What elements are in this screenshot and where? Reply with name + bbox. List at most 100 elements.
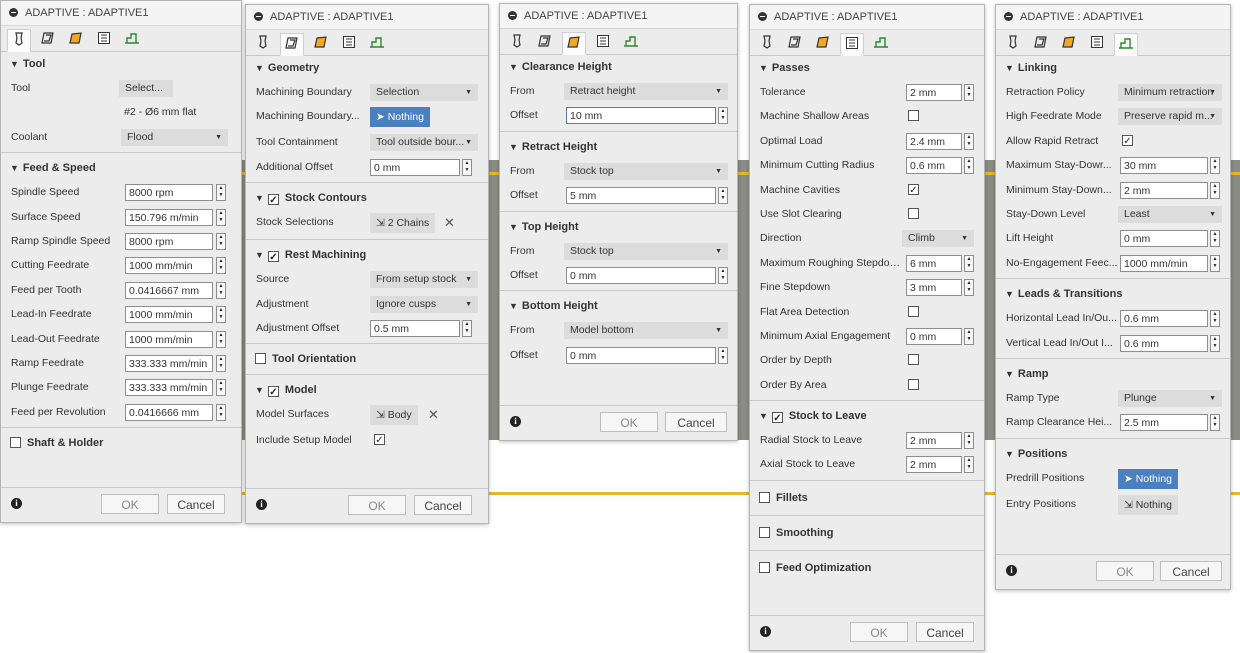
section-geometry[interactable]: ▼ Geometry (246, 56, 488, 80)
section-fillets[interactable]: Fillets (750, 484, 984, 512)
bottom-offset-input[interactable]: 0 mm (566, 346, 716, 364)
allow-rapid-retract-checkbox[interactable]: ✓ (1122, 134, 1133, 147)
spinner[interactable]: ▲ ▼ (216, 184, 226, 202)
lead-in-feedrate-input[interactable]: 1000 mm/min (125, 306, 213, 324)
stock-to-leave-checkbox[interactable]: ✓ (771, 412, 783, 424)
section-tool[interactable]: ▼ Tool (1, 52, 241, 76)
ramp-clearance-input[interactable]: 2.5 mm (1120, 414, 1208, 432)
spinner[interactable]: ▲ ▼ (1210, 334, 1220, 352)
spinner[interactable]: ▲ ▼ (718, 266, 728, 284)
ramp-feedrate-input[interactable]: 333.333 mm/min (125, 354, 213, 372)
retraction-policy-dropdown[interactable]: Minimum retraction ▼ (1118, 84, 1222, 101)
smoothing-checkbox[interactable] (759, 526, 770, 538)
spinner[interactable]: ▲ ▼ (718, 346, 728, 364)
fine-stepdown-input[interactable]: 3 mm (906, 279, 962, 297)
section-feed-speed[interactable]: ▼ Feed & Speed (1, 156, 241, 180)
tab-heights[interactable] (65, 29, 87, 49)
surface-speed-input[interactable]: 150.796 m/min (125, 208, 213, 226)
section-passes[interactable]: ▼ Passes (750, 56, 984, 80)
cancel-button[interactable]: Cancel (414, 495, 472, 515)
spinner[interactable]: ▲ ▼ (1210, 254, 1220, 272)
section-shaft-holder[interactable]: Shaft & Holder (1, 431, 241, 455)
machine-cavities-checkbox[interactable]: ✓ (908, 183, 919, 196)
clearance-from-dropdown[interactable]: Retract height ▼ (564, 83, 728, 100)
top-from-dropdown[interactable]: Stock top ▼ (564, 242, 728, 260)
flat-area-detection-checkbox[interactable] (908, 305, 919, 317)
spinner[interactable]: ▲ ▼ (216, 208, 226, 226)
spinner[interactable]: ▲ ▼ (964, 132, 974, 150)
spinner[interactable]: ▲ ▼ (1210, 181, 1220, 199)
tab-heights[interactable] (310, 33, 332, 53)
spinner[interactable]: ▲ ▼ (1210, 230, 1220, 248)
radial-stock-input[interactable]: 2 mm (906, 432, 962, 450)
spinner[interactable]: ▲ ▼ (718, 107, 728, 125)
vertical-lead-input[interactable]: 0.6 mm (1120, 334, 1208, 352)
tab-geometry[interactable] (37, 29, 59, 49)
no-engagement-feedrate-input[interactable]: 1000 mm/min (1120, 254, 1208, 272)
tab-passes[interactable] (1086, 33, 1108, 53)
tab-passes[interactable] (93, 29, 115, 49)
spinner[interactable]: ▲ ▼ (462, 158, 472, 176)
order-by-area-checkbox[interactable] (908, 378, 919, 390)
section-feed-optimization[interactable]: Feed Optimization (750, 554, 984, 582)
clear-selection-icon[interactable]: ✕ (428, 403, 439, 427)
section-clearance-height[interactable]: ▼ Clearance Height (500, 55, 737, 79)
spinner[interactable]: ▲ ▼ (964, 157, 974, 175)
adjustment-dropdown[interactable]: Ignore cusps ▼ (370, 295, 478, 313)
tab-heights[interactable] (562, 32, 587, 55)
section-rest-machining[interactable]: ▼ ✓ Rest Machining (246, 243, 488, 267)
spinner[interactable]: ▲ ▼ (1210, 310, 1220, 328)
max-roughing-stepdown-input[interactable]: 6 mm (906, 254, 962, 272)
info-icon[interactable]: i (760, 626, 771, 637)
retract-from-dropdown[interactable]: Stock top ▼ (564, 162, 728, 180)
source-dropdown[interactable]: From setup stock ▼ (370, 271, 478, 289)
rest-machining-checkbox[interactable]: ✓ (267, 251, 279, 263)
retract-offset-input[interactable]: 5 mm (566, 187, 716, 205)
spinner[interactable]: ▲ ▼ (216, 403, 226, 421)
tab-heights[interactable] (812, 33, 834, 53)
min-axial-engagement-input[interactable]: 0 mm (906, 327, 962, 345)
section-stock-contours[interactable]: ▼ ✓ Stock Contours (246, 186, 488, 210)
tab-tool[interactable] (7, 29, 31, 52)
clearance-offset-input[interactable]: 10 mm (566, 107, 716, 125)
info-icon[interactable]: i (11, 498, 22, 509)
ok-button[interactable]: OK (101, 494, 159, 514)
horizontal-lead-input[interactable]: 0.6 mm (1120, 310, 1208, 328)
spinner[interactable]: ▲ ▼ (1210, 414, 1220, 432)
spinner[interactable]: ▲ ▼ (462, 319, 472, 337)
section-positions[interactable]: ▼ Positions (996, 442, 1230, 466)
section-model[interactable]: ▼ ✓ Model (246, 378, 488, 402)
spinner[interactable]: ▲ ▼ (964, 432, 974, 450)
tab-passes[interactable] (592, 32, 614, 52)
top-offset-input[interactable]: 0 mm (566, 266, 716, 284)
shaft-holder-checkbox[interactable] (10, 437, 21, 449)
lift-height-input[interactable]: 0 mm (1120, 230, 1208, 248)
spinner[interactable]: ▲ ▼ (216, 330, 226, 348)
feed-optimization-checkbox[interactable] (759, 561, 770, 573)
section-tool-orientation[interactable]: Tool Orientation (246, 347, 488, 371)
panel-titlebar[interactable]: ADAPTIVE : ADAPTIVE1 (750, 5, 984, 30)
section-stock-to-leave[interactable]: ▼ ✓ Stock to Leave (750, 404, 984, 428)
stock-selections-button[interactable]: ⇲ 2 Chains (370, 213, 436, 234)
cancel-button[interactable]: Cancel (665, 412, 727, 432)
ok-button[interactable]: OK (348, 495, 406, 515)
tab-linking[interactable] (121, 29, 143, 49)
spinner[interactable]: ▲ ▼ (1210, 157, 1220, 175)
machining-boundary-dropdown[interactable]: Selection ▼ (370, 84, 478, 101)
high-feedrate-mode-dropdown[interactable]: Preserve rapid m... ▼ (1118, 108, 1222, 126)
tab-linking[interactable] (620, 32, 642, 52)
spinner[interactable]: ▲ ▼ (964, 279, 974, 297)
model-checkbox[interactable]: ✓ (267, 386, 279, 398)
tab-linking[interactable] (870, 33, 892, 53)
info-icon[interactable]: i (510, 416, 521, 427)
spindle-speed-input[interactable]: 8000 rpm (125, 184, 213, 202)
axial-stock-input[interactable]: 2 mm (906, 456, 962, 474)
tab-tool[interactable] (1002, 33, 1024, 53)
section-linking[interactable]: ▼ Linking (996, 56, 1230, 80)
info-icon[interactable]: i (256, 499, 267, 510)
fillets-checkbox[interactable] (759, 491, 770, 503)
tolerance-input[interactable]: 2 mm (906, 84, 962, 101)
machine-shallow-areas-checkbox[interactable] (908, 110, 919, 122)
spinner[interactable]: ▲ ▼ (216, 232, 226, 250)
section-retract-height[interactable]: ▼ Retract Height (500, 135, 737, 159)
